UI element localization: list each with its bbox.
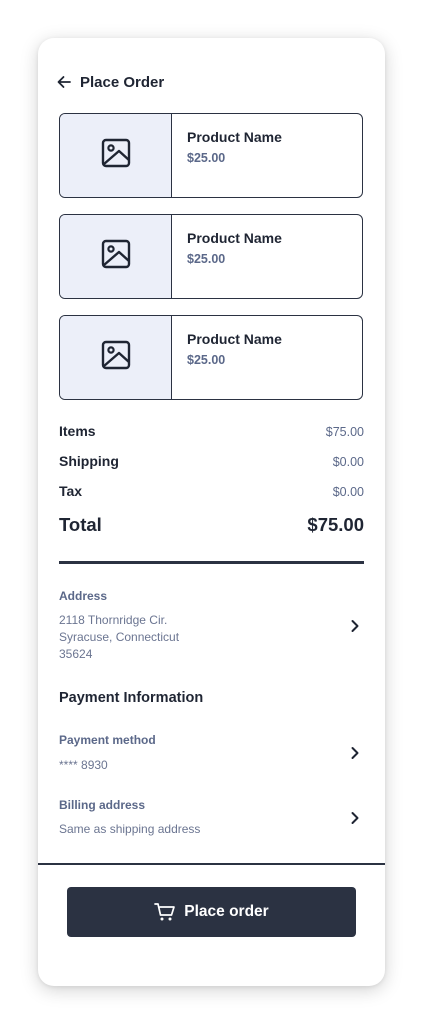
address-section[interactable]: Address 2118 Thornridge Cir. Syracuse, C… bbox=[59, 589, 364, 663]
address-line-2: Syracuse, Connecticut bbox=[59, 630, 180, 644]
product-card[interactable]: Product Name $25.00 bbox=[59, 113, 363, 198]
items-value: $75.00 bbox=[325, 425, 364, 439]
page-title: Place Order bbox=[80, 73, 165, 91]
place-order-label: Place order bbox=[184, 903, 269, 920]
product-info: Product Name $25.00 bbox=[172, 215, 282, 298]
address-label: Address bbox=[59, 589, 108, 603]
product-name: Product Name bbox=[187, 230, 282, 246]
product-price: $25.00 bbox=[187, 353, 226, 367]
chevron-right-icon[interactable] bbox=[348, 619, 362, 633]
order-summary: Items $75.00 Shipping $0.00 Tax $0.00 To… bbox=[59, 423, 364, 552]
address-text: 2118 Thornridge Cir. Syracuse, Connectic… bbox=[59, 612, 364, 663]
product-info: Product Name $25.00 bbox=[172, 114, 282, 197]
product-list: Product Name $25.00 Product Name $25.00 bbox=[59, 113, 363, 416]
phone-frame: Place Order Product Name $25.00 Product … bbox=[38, 38, 385, 986]
payment-method-row[interactable]: Payment method **** 8930 bbox=[59, 733, 364, 777]
product-info: Product Name $25.00 bbox=[172, 316, 282, 399]
image-placeholder-icon bbox=[101, 239, 131, 274]
product-price: $25.00 bbox=[187, 252, 226, 266]
tax-label: Tax bbox=[59, 483, 83, 499]
header: Place Order bbox=[56, 70, 164, 94]
place-order-button[interactable]: Place order bbox=[67, 887, 356, 937]
footer-divider bbox=[38, 863, 385, 865]
product-thumbnail bbox=[60, 114, 172, 197]
summary-row-shipping: Shipping $0.00 bbox=[59, 453, 364, 483]
billing-address-row[interactable]: Billing address Same as shipping address bbox=[59, 798, 364, 842]
billing-address-label: Billing address bbox=[59, 798, 146, 812]
product-name: Product Name bbox=[187, 331, 282, 347]
address-line-1: 2118 Thornridge Cir. bbox=[59, 613, 168, 627]
chevron-right-icon[interactable] bbox=[348, 811, 362, 825]
summary-row-tax: Tax $0.00 bbox=[59, 483, 364, 513]
image-placeholder-icon bbox=[101, 138, 131, 173]
items-label: Items bbox=[59, 423, 96, 439]
billing-address-value: Same as shipping address bbox=[59, 822, 201, 836]
image-placeholder-icon bbox=[101, 340, 131, 375]
cart-icon bbox=[154, 902, 176, 922]
product-thumbnail bbox=[60, 316, 172, 399]
tax-value: $0.00 bbox=[332, 485, 364, 499]
chevron-right-icon[interactable] bbox=[348, 746, 362, 760]
total-divider bbox=[59, 561, 364, 564]
product-price: $25.00 bbox=[187, 151, 226, 165]
total-label: Total bbox=[59, 514, 102, 535]
summary-row-items: Items $75.00 bbox=[59, 423, 364, 453]
payment-method-value: **** 8930 bbox=[59, 758, 108, 772]
shipping-label: Shipping bbox=[59, 453, 119, 469]
payment-heading: Payment Information bbox=[59, 690, 204, 706]
arrow-left-icon[interactable] bbox=[56, 74, 72, 90]
total-value: $75.00 bbox=[307, 514, 364, 535]
product-thumbnail bbox=[60, 215, 172, 298]
product-name: Product Name bbox=[187, 129, 282, 145]
product-card[interactable]: Product Name $25.00 bbox=[59, 214, 363, 299]
payment-method-label: Payment method bbox=[59, 733, 156, 747]
address-line-3: 35624 bbox=[59, 647, 93, 661]
shipping-value: $0.00 bbox=[332, 455, 364, 469]
summary-row-total: Total $75.00 bbox=[59, 514, 364, 552]
product-card[interactable]: Product Name $25.00 bbox=[59, 315, 363, 400]
